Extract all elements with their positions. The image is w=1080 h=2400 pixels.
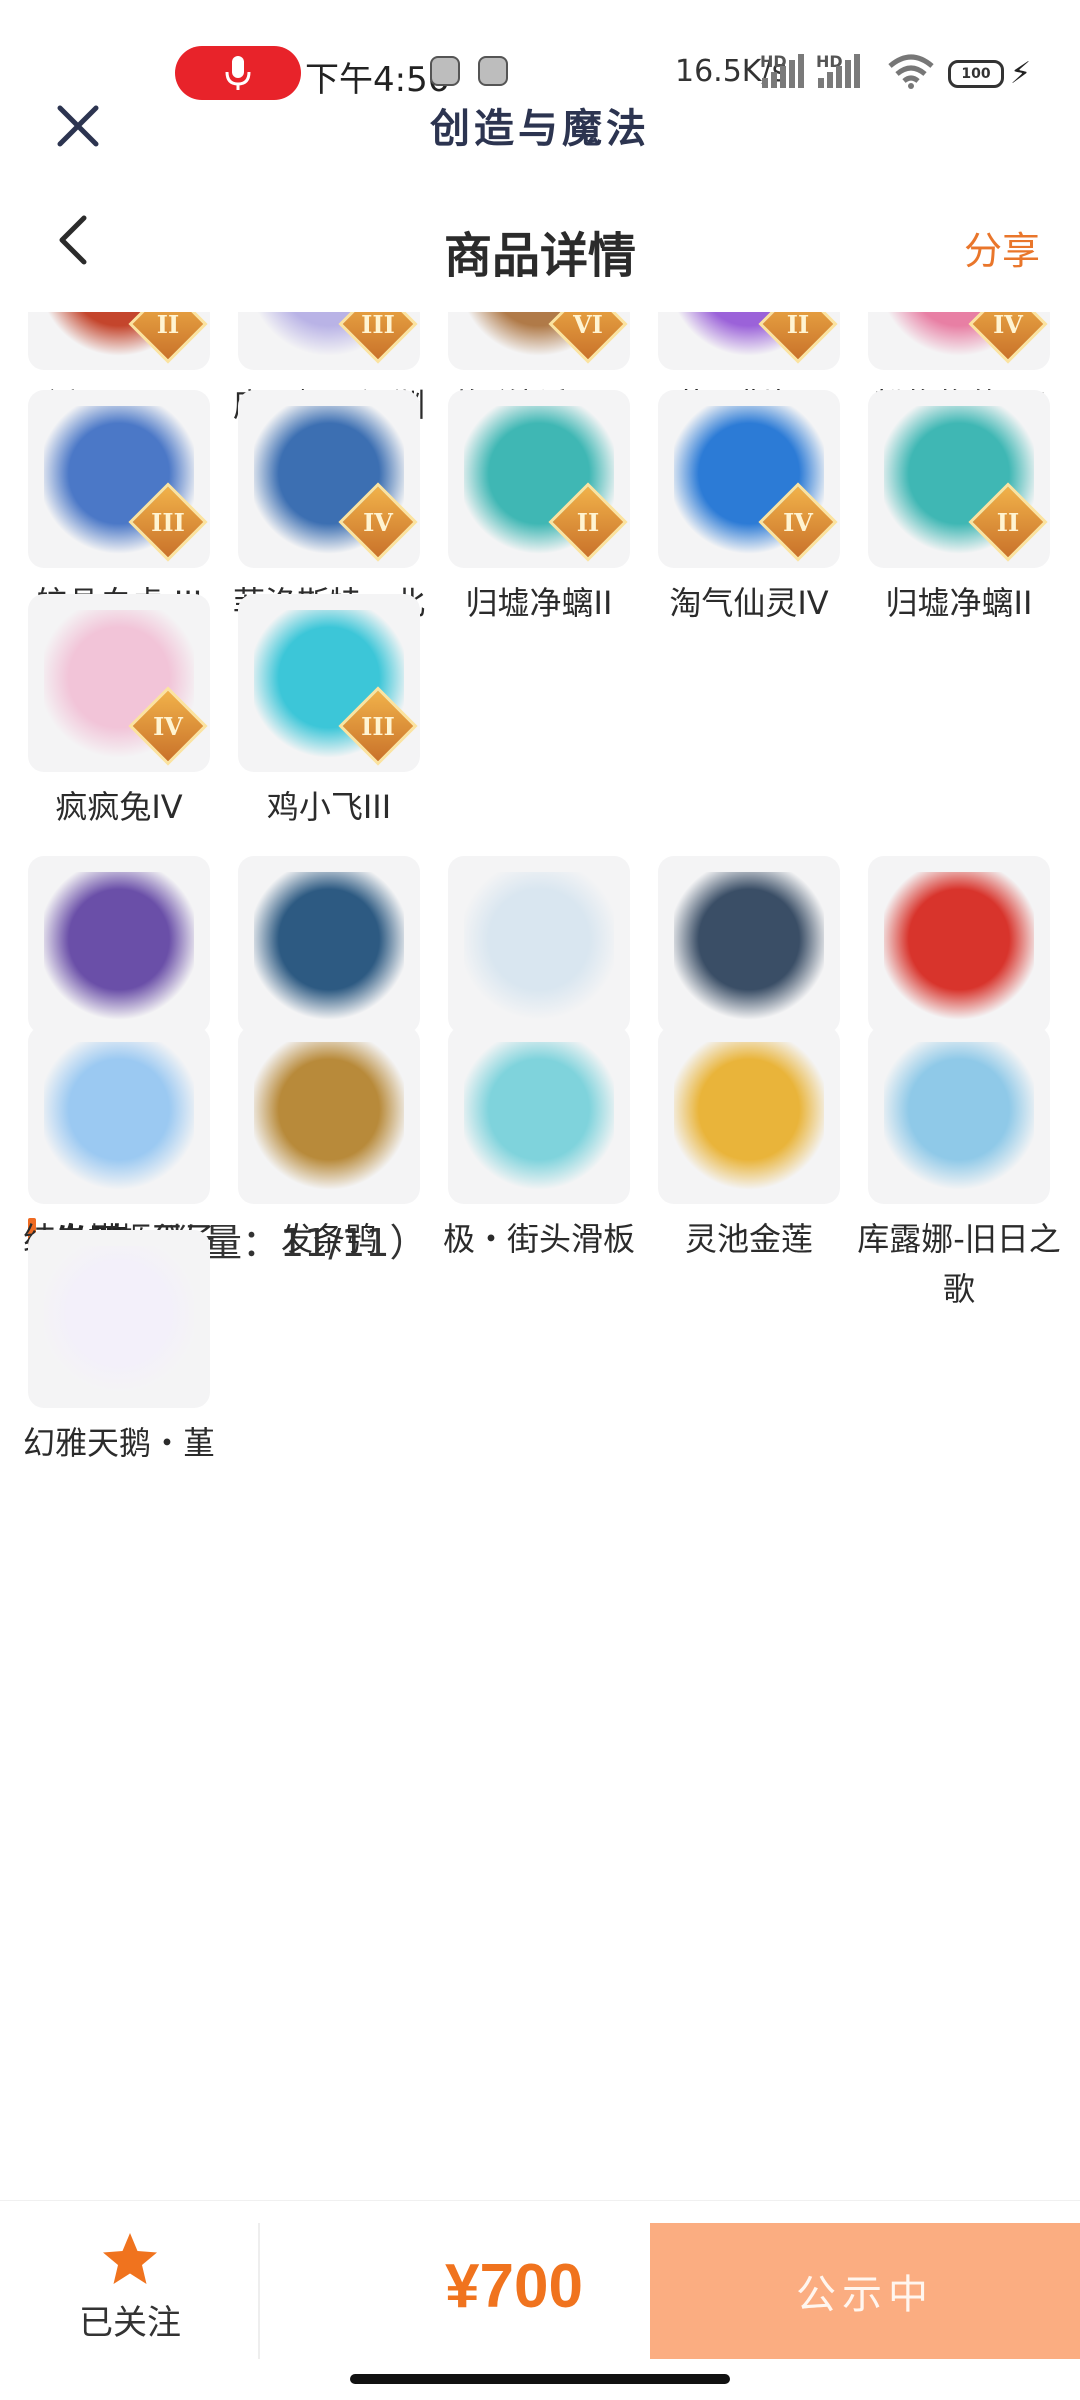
kuluna-song-mount-icon	[884, 1042, 1034, 1192]
swan-mount-icon	[44, 1246, 194, 1396]
item-thumbnail: IV	[238, 390, 420, 568]
item-thumbnail	[238, 1026, 420, 1204]
item-thumbnail: III	[28, 390, 210, 568]
item-thumbnail	[868, 856, 1050, 1034]
item-thumbnail: IV	[868, 312, 1050, 370]
share-button[interactable]: 分享	[964, 220, 1040, 275]
item-thumbnail	[658, 1026, 840, 1204]
item-thumbnail: III	[238, 594, 420, 772]
recording-indicator[interactable]	[175, 46, 301, 100]
item-thumbnail: IV	[28, 594, 210, 772]
product-detail-content[interactable]: II祈愿灵翼IIIII库露娜・深渊魅影IIIVI炸弹松鼠 VIII菇灵荆怪III…	[0, 312, 1080, 2190]
rank-label: IV	[993, 312, 1023, 339]
rank-label: III	[361, 711, 395, 741]
rank-label: III	[361, 312, 395, 339]
status-bar: 下午4:56 16.5K/s HD HD 100 ⚡	[0, 0, 1080, 100]
rank-label: VI	[573, 312, 603, 339]
bone-dragon-mount-icon	[254, 872, 404, 1022]
signal-strength-icon	[762, 52, 804, 88]
dark-trex-mount-icon	[44, 872, 194, 1022]
skateboard-mount-icon	[464, 1042, 614, 1192]
rank-label: IV	[363, 507, 393, 537]
golden-lotus-mount-icon	[674, 1042, 824, 1192]
battery-icon: 100	[948, 60, 1004, 88]
item-thumbnail	[238, 856, 420, 1034]
star-icon	[103, 2233, 157, 2284]
item-thumbnail	[868, 1026, 1050, 1204]
notification-app-icon	[478, 56, 508, 86]
divider	[258, 2223, 260, 2359]
follow-label: 已关注	[79, 2303, 181, 2343]
goldfish-kite-mount-icon	[884, 872, 1034, 1022]
rank-label: II	[786, 312, 810, 339]
signal-strength-icon	[818, 52, 860, 88]
item-thumbnail: III	[238, 312, 420, 370]
item-thumbnail: II	[448, 390, 630, 568]
griffin-mount-icon	[464, 872, 614, 1022]
mount-item[interactable]: 幻雅天鹅・堇	[23, 1230, 215, 1468]
pet-item[interactable]: III 鸡小飞III	[238, 594, 420, 832]
publicity-status-button[interactable]: 公示中	[650, 2223, 1080, 2359]
item-thumbnail	[448, 856, 630, 1034]
item-thumbnail	[28, 1230, 210, 1408]
microphone-icon	[225, 56, 251, 90]
shovel-mount-icon	[674, 872, 824, 1022]
item-thumbnail: IV	[658, 390, 840, 568]
price-label: ¥700	[445, 2252, 583, 2321]
item-thumbnail: II	[868, 390, 1050, 568]
home-indicator[interactable]	[350, 2374, 730, 2384]
wifi-icon	[888, 54, 934, 89]
item-name: 幻雅天鹅・堇	[22, 1424, 215, 1462]
charging-icon: ⚡	[1010, 56, 1032, 91]
mounts-row: 幻雅天鹅・堇	[23, 1230, 1050, 1468]
bottom-action-bar: 已关注 ¥700 公示中	[0, 2200, 1080, 2400]
item-thumbnail	[28, 1026, 210, 1204]
rank-label: III	[151, 507, 185, 537]
rank-label: II	[156, 312, 180, 339]
pets-row: IV 疯疯兔IV III 鸡小飞III	[28, 594, 1050, 832]
item-thumbnail: II	[28, 312, 210, 370]
item-thumbnail: II	[658, 312, 840, 370]
rank-label: II	[996, 507, 1020, 537]
rank-label: IV	[783, 507, 813, 537]
item-name: 鸡小飞III	[266, 788, 392, 826]
battery-level: 100	[961, 66, 991, 82]
item-thumbnail: VI	[448, 312, 630, 370]
item-name: 疯疯兔IV	[55, 788, 183, 826]
rank-label: II	[576, 507, 600, 537]
item-thumbnail	[448, 1026, 630, 1204]
mini-program-title: 创造与魔法	[430, 105, 650, 152]
item-thumbnail	[658, 856, 840, 1034]
page-title: 商品详情	[443, 228, 636, 284]
clockwork-owl-mount-icon	[254, 1042, 404, 1192]
pet-item[interactable]: IV 疯疯兔IV	[28, 594, 210, 832]
notification-app-icon	[430, 56, 460, 86]
follow-button[interactable]: 已关注	[60, 2231, 200, 2344]
status-time: 下午4:56	[305, 60, 450, 100]
item-thumbnail	[28, 856, 210, 1034]
rank-label: IV	[153, 711, 183, 741]
salamander-prince-mount-icon	[44, 1042, 194, 1192]
